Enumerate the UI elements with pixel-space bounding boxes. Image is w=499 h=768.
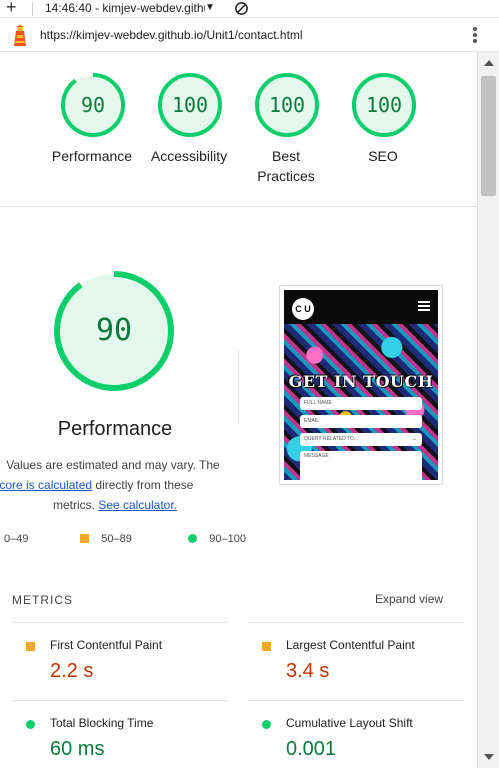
- scroll-down-icon[interactable]: [484, 754, 494, 760]
- screenshot-query-text: QUERY RELATED TO...: [304, 436, 358, 442]
- seo-label: SEO: [368, 148, 398, 164]
- screenshot-field-name: FULL NAME: [300, 397, 422, 410]
- average-square-icon: [80, 534, 89, 543]
- note-line3: metrics. See calculator.: [0, 495, 230, 515]
- legend-pass: 90–100: [188, 532, 246, 546]
- screenshot-heading: GET IN TOUCH: [288, 372, 434, 391]
- pass-circle-icon: [188, 534, 197, 543]
- scroll-up-icon[interactable]: [484, 60, 494, 66]
- tab-separator: [32, 2, 33, 16]
- seo-score: 100: [365, 93, 403, 117]
- metric-divider: [248, 622, 464, 623]
- more-options-icon[interactable]: [468, 26, 482, 46]
- page-screenshot-thumbnail[interactable]: C U GET IN TOUCH FULL NAME EMAIL QUERY R…: [279, 285, 443, 485]
- legend-average-text: 50–89: [101, 533, 132, 545]
- scrollbar-thumb[interactable]: [481, 76, 496, 196]
- score-calculated-link[interactable]: formance score is calculated: [0, 478, 92, 492]
- screenshot-image: C U GET IN TOUCH FULL NAME EMAIL QUERY R…: [284, 290, 438, 480]
- see-calculator-link[interactable]: See calculator.: [98, 498, 177, 512]
- average-square-icon: [26, 642, 35, 651]
- performance-big-score: 90: [95, 313, 133, 348]
- note-line2: formance score is calculated directly fr…: [0, 475, 260, 495]
- url-text[interactable]: https://kimjev-webdev.github.io/Unit1/co…: [40, 28, 303, 42]
- note-line3-text: metrics.: [52, 498, 99, 512]
- performance-score: 90: [80, 93, 106, 117]
- expand-view-button[interactable]: Expand view: [375, 592, 443, 606]
- section-divider: [0, 206, 477, 207]
- best-practices-gauge[interactable]: 100: [254, 72, 320, 138]
- best-practices-label-line2: Practices: [257, 168, 315, 184]
- metric-divider: [12, 700, 228, 701]
- legend-fail: 0–49: [4, 533, 29, 545]
- performance-label: Performance: [51, 148, 133, 164]
- tab-title[interactable]: 14:46:40 - kimjev-webdev.githu: [45, 1, 205, 15]
- tab-dropdown-icon[interactable]: ▼: [205, 1, 215, 15]
- pass-circle-icon: [262, 720, 271, 729]
- pass-circle-icon: [26, 720, 35, 729]
- seo-gauge[interactable]: 100: [351, 72, 417, 138]
- screenshot-logo: C U: [292, 298, 314, 320]
- screenshot-navbar: C U: [284, 290, 438, 324]
- accessibility-score: 100: [171, 93, 209, 117]
- new-tab-icon[interactable]: +: [6, 0, 17, 16]
- metric-divider: [12, 622, 228, 623]
- metrics-header: METRICS: [12, 593, 73, 607]
- vertical-divider: [238, 350, 239, 422]
- note-line1: Values are estimated and may vary. The: [6, 458, 220, 472]
- blocked-icon[interactable]: [234, 1, 249, 16]
- address-bar: https://kimjev-webdev.github.io/Unit1/co…: [0, 18, 499, 52]
- screenshot-field-query: QUERY RELATED TO... ⌄: [300, 433, 422, 446]
- tab-strip: + 14:46:40 - kimjev-webdev.githu ▼: [0, 0, 499, 18]
- screenshot-field-message: MESSAGE: [300, 451, 422, 480]
- best-practices-label-line1: Best: [271, 148, 300, 164]
- accessibility-label: Accessibility: [150, 148, 228, 164]
- note-line2-text: directly from these: [92, 478, 194, 492]
- best-practices-label: Best Practices: [231, 146, 341, 186]
- accessibility-gauge[interactable]: 100: [157, 72, 223, 138]
- metric-label: Largest Contentful Paint: [286, 638, 415, 652]
- metric-value: 2.2 s: [50, 660, 94, 682]
- report-content: 90 Performance 100 Accessibility 100 Bes…: [0, 52, 477, 768]
- metric-label: Cumulative Layout Shift: [286, 716, 413, 730]
- best-practices-score: 100: [268, 93, 306, 117]
- metric-label: Total Blocking Time: [50, 716, 154, 730]
- metric-value: 60 ms: [50, 738, 105, 760]
- average-square-icon: [262, 642, 271, 651]
- metric-value: 0.001: [286, 738, 337, 760]
- screenshot-field-email: EMAIL: [300, 415, 422, 428]
- screenshot-chevron-down-icon: ⌄: [411, 436, 417, 442]
- metric-value: 3.4 s: [286, 660, 330, 682]
- performance-gauge[interactable]: 90: [60, 72, 126, 138]
- performance-title: Performance: [57, 418, 173, 440]
- legend-average: 50–89: [80, 532, 132, 546]
- metric-label: First Contentful Paint: [50, 638, 163, 652]
- lighthouse-icon: [14, 25, 26, 46]
- legend-pass-text: 90–100: [209, 533, 246, 545]
- metric-divider: [248, 700, 464, 701]
- scrollbar[interactable]: [477, 52, 499, 768]
- performance-big-gauge: 90: [53, 270, 175, 392]
- screenshot-menu-icon: [418, 301, 430, 311]
